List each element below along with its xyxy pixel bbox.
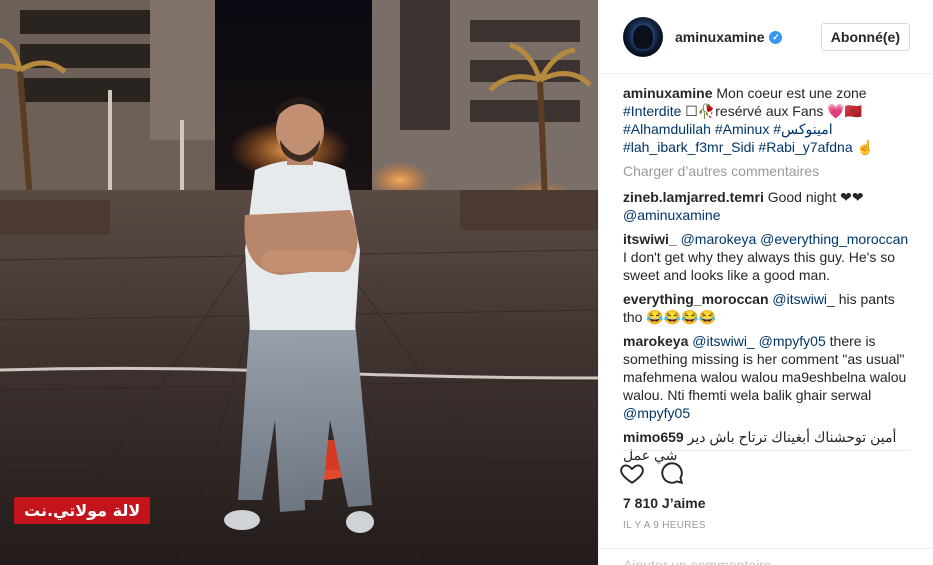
photo-scene — [0, 0, 598, 565]
hashtag-link[interactable]: #lah_ibark_f3mr_Sidi — [623, 139, 755, 155]
hashtag-link[interactable]: #Interdite — [623, 103, 681, 119]
comment-username[interactable]: itswiwi_ — [623, 231, 677, 247]
likes-count[interactable]: 7 810 J’aime — [623, 495, 706, 511]
caption-emoji: ☝ — [856, 139, 874, 155]
post-sidebar: aminuxamine ✓ Abonné(e) aminuxamine Mon c… — [598, 0, 933, 565]
follow-button[interactable]: Abonné(e) — [820, 22, 910, 51]
action-bar — [619, 460, 685, 486]
comment-text: Good night ❤❤ — [767, 189, 864, 205]
post-header: aminuxamine ✓ Abonné(e) — [599, 0, 933, 74]
mention-link[interactable]: @mpyfy05 — [759, 333, 826, 349]
post-view: لالة مولاتي.نت aminuxamine ✓ Abonné(e) am… — [0, 0, 933, 565]
comment-text: I don't get why they always this guy. He… — [623, 249, 895, 283]
mention-link[interactable]: @marokeya — [681, 231, 757, 247]
comment-item: zineb.lamjarred.temri Good night ❤❤ @ami… — [623, 188, 913, 224]
section-divider — [623, 450, 910, 451]
caption: aminuxamine Mon coeur est une zone #Inte… — [623, 84, 913, 156]
hashtag-link[interactable]: #Aminux — [715, 121, 769, 137]
caption-text-1: Mon coeur est une zone — [716, 85, 867, 101]
post-timestamp[interactable]: IL Y A 9 HEURES — [623, 520, 706, 531]
comment-username[interactable]: everything_moroccan — [623, 291, 769, 307]
comment-list: aminuxamine Mon coeur est une zone #Inte… — [623, 84, 913, 470]
hashtag-link[interactable]: #Alhamdulilah — [623, 121, 711, 137]
comment-item: marokeya @itswiwi_ @mpyfy05 there is som… — [623, 332, 913, 422]
mention-link[interactable]: @everything_moroccan — [760, 231, 908, 247]
heart-icon[interactable] — [619, 460, 645, 486]
comment-username[interactable]: mimo659 — [623, 429, 684, 445]
mention-link[interactable]: @itswiwi_ — [772, 291, 834, 307]
post-photo[interactable]: لالة مولاتي.نت — [0, 0, 598, 565]
load-more-comments-link[interactable]: Charger d’autres commentaires — [623, 162, 913, 180]
verified-badge-icon: ✓ — [769, 31, 783, 45]
mention-link[interactable]: @mpyfy05 — [623, 405, 690, 421]
watermark-label: لالة مولاتي.نت — [14, 497, 151, 524]
mention-link[interactable]: @aminuxamine — [623, 207, 720, 223]
comment-item: everything_moroccan @itswiwi_ his pants … — [623, 290, 913, 326]
header-username[interactable]: aminuxamine ✓ — [675, 29, 783, 45]
add-comment-input[interactable]: Ajouter un commentaire... — [599, 548, 933, 565]
comment-item: mimo659 أمين توحشناك أبغيناك ترتاح باش د… — [623, 428, 913, 464]
hashtag-link[interactable]: #امينوكس — [773, 121, 832, 137]
comment-bubble-icon[interactable] — [659, 460, 685, 486]
avatar[interactable] — [623, 16, 663, 57]
caption-text-2: ☐🥀resérvé aux Fans 💗🇲🇦 — [685, 103, 863, 119]
comment-item: itswiwi_ @marokeya @everything_moroccan … — [623, 230, 913, 284]
comment-username[interactable]: marokeya — [623, 333, 688, 349]
caption-username[interactable]: aminuxamine — [623, 85, 712, 101]
comment-username[interactable]: zineb.lamjarred.temri — [623, 189, 764, 205]
hashtag-link[interactable]: #Rabi_y7afdna — [758, 139, 852, 155]
mention-link[interactable]: @itswiwi_ — [692, 333, 754, 349]
